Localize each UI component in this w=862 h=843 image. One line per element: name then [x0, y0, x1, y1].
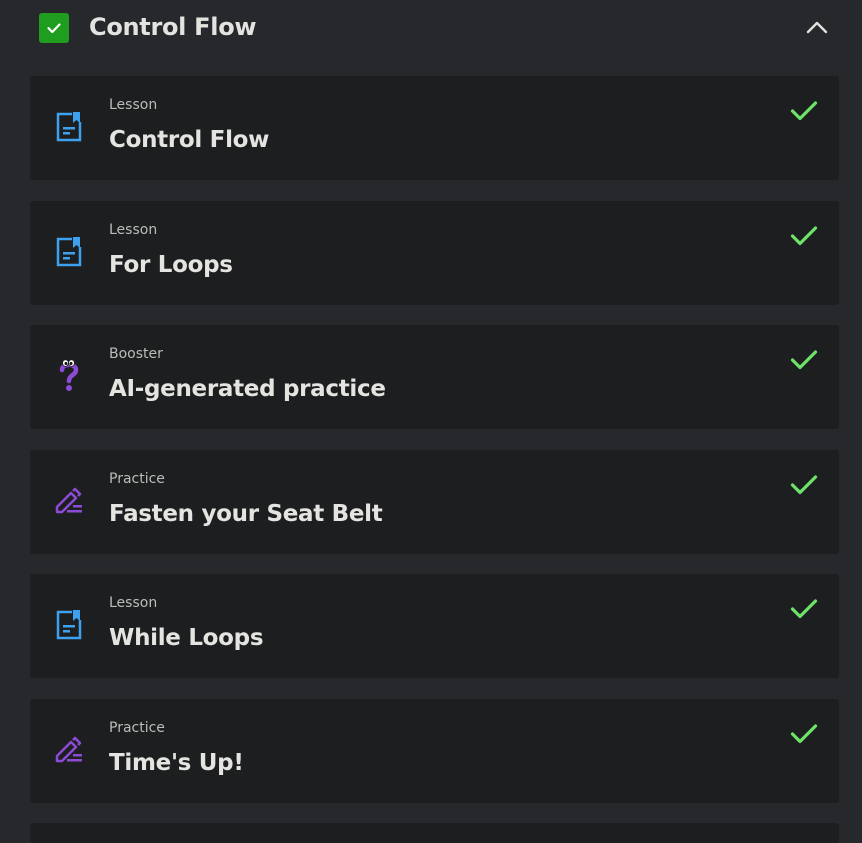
checkbox-checked-icon: [47, 23, 61, 34]
lesson-document-icon: [52, 235, 86, 269]
list-item-booster-ai-practice[interactable]: Booster AI-generated practice: [30, 325, 839, 429]
list-item-lesson-while-loops[interactable]: Lesson While Loops: [30, 574, 839, 678]
lesson-document-icon: [52, 608, 86, 642]
item-type-label: Lesson: [109, 595, 158, 611]
item-title: AI-generated practice: [109, 376, 386, 402]
completed-check-icon: [789, 719, 819, 749]
section-header[interactable]: Control Flow: [0, 0, 862, 58]
item-type-label: Lesson: [109, 97, 158, 113]
item-title: Fasten your Seat Belt: [109, 500, 383, 527]
collapse-section-button[interactable]: [800, 12, 834, 44]
completed-check-icon: [789, 96, 819, 126]
item-title: While Loops: [109, 625, 264, 651]
item-title: For Loops: [109, 251, 233, 278]
item-type-label: Practice: [109, 719, 165, 736]
completed-check-icon: [789, 594, 819, 624]
module-item-list: Lesson Control Flow Lesson For Loops Boo…: [30, 76, 839, 823]
section-title: Control Flow: [89, 13, 257, 41]
question-mark-mascot-icon: [52, 359, 86, 393]
lesson-document-icon: [52, 110, 86, 144]
item-title: Control Flow: [109, 127, 270, 153]
section-completed-checkbox: [39, 13, 69, 43]
chevron-up-icon: [806, 21, 828, 34]
item-type-label: Practice: [109, 470, 165, 487]
list-item-lesson-for-loops[interactable]: Lesson For Loops: [30, 200, 839, 305]
list-item-practice-seat-belt[interactable]: Practice Fasten your Seat Belt: [30, 449, 839, 554]
list-item-practice-times-up[interactable]: Practice Time's Up!: [30, 698, 839, 803]
list-item-lesson-control-flow[interactable]: Lesson Control Flow: [30, 76, 839, 180]
completed-check-icon: [789, 470, 819, 500]
pencil-edit-icon: [52, 484, 86, 518]
item-type-label: Booster: [109, 346, 163, 362]
item-title: Time's Up!: [109, 749, 244, 776]
completed-check-icon: [789, 221, 819, 251]
item-type-label: Lesson: [109, 221, 158, 238]
list-item-partial[interactable]: [30, 823, 839, 843]
pencil-edit-icon: [52, 733, 86, 767]
completed-check-icon: [789, 345, 819, 375]
